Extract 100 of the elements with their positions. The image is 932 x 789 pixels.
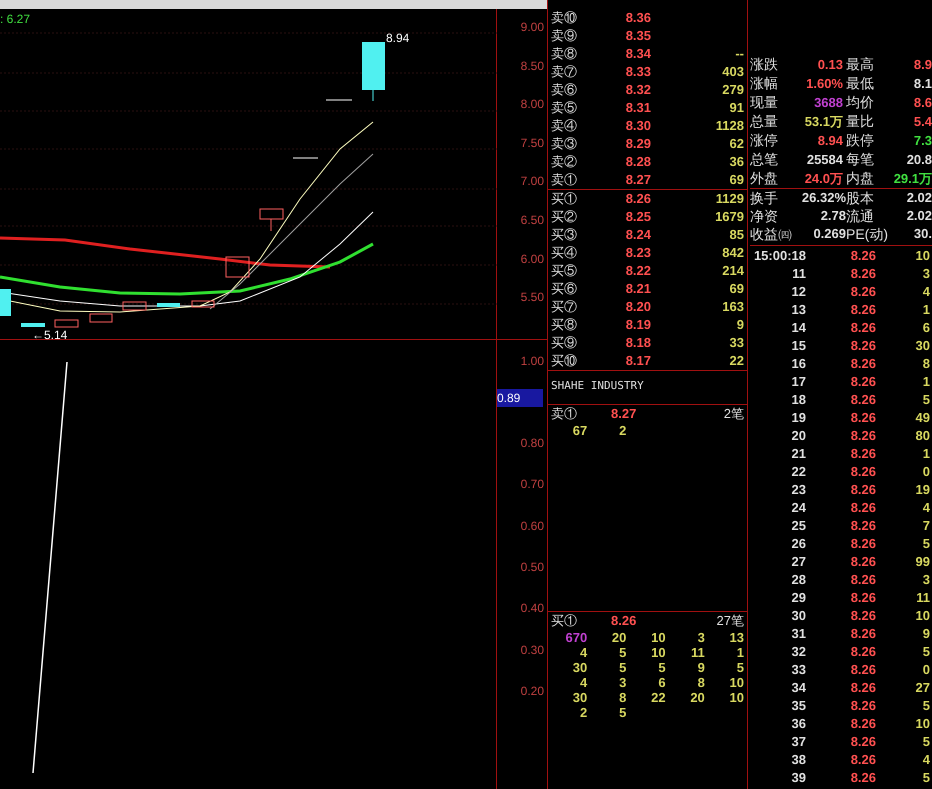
tick-price: 8.26 [850,769,876,787]
tick-volume: 0 [922,463,931,481]
order-volume: 279 [722,82,744,97]
current-value-badge: 0.89 [497,389,543,407]
queued-order-volume: 11 [690,645,705,660]
order-volume: 91 [730,100,744,115]
candlestick [157,303,180,307]
queued-order-volume: 670 [564,630,588,645]
tick-price: 8.26 [850,589,876,607]
tick-price: 8.26 [850,337,876,355]
stat-value: 2.78 [820,207,846,225]
tick-price: 8.26 [850,265,876,283]
stat-value: 3688 [813,94,844,112]
order-level-label: 买③ [551,226,578,244]
tick-volume: 5 [922,391,931,409]
tick-volume: 19 [914,481,931,499]
order-volume: 36 [730,154,744,169]
queued-order-volume: 67 [572,423,588,438]
tick-time: 33 [790,661,806,679]
tick-price: 8.26 [850,481,876,499]
queued-order-volume: 10 [728,690,744,705]
order-price: 8.27 [624,171,651,189]
queued-order-volume: 4 [578,675,588,690]
order-price: 8.32 [624,81,651,99]
order-level-label: 卖② [551,153,578,171]
order-price: 8.25 [624,208,651,226]
stat-label: 最高 [846,55,875,74]
tick-volume: 27 [914,679,931,697]
stat-value: 1.60% [805,75,844,93]
tick-volume: 49 [914,409,931,427]
tick-price: 8.26 [850,409,876,427]
stat-label: 量比 [846,112,875,131]
queued-order-volume: 20 [610,630,626,645]
tick-time: 21 [790,445,806,463]
tick-volume: 4 [922,751,931,769]
order-volume: 163 [722,299,744,314]
order-volume: -- [735,46,744,61]
order-level-label: 买⑤ [551,262,578,280]
candlestick [90,314,112,322]
tick-volume: 80 [914,427,931,445]
order-level-label: 卖③ [551,135,578,153]
tick-time: 29 [790,589,806,607]
queued-order-volume: 6 [657,675,666,690]
tick-volume: 5 [922,733,931,751]
queued-order-volume: 3 [618,675,626,690]
tick-price: 8.26 [850,751,876,769]
tick-price: 8.26 [850,643,876,661]
company-name: SHAHE INDUSTRY [551,379,644,392]
stat-value: 20.8 [906,151,932,169]
order-price: 8.36 [624,9,651,27]
order-price: 8.23 [624,244,651,262]
price-axis-label: 9.00 [520,19,544,36]
order-price: 8.35 [624,27,651,45]
price-axis-label: 5.50 [520,289,544,306]
stat-label: 净资 [750,207,778,225]
tick-time: 18 [790,391,806,409]
price-axis-label: 7.50 [520,134,544,152]
tick-time: 24 [790,499,806,517]
indicator-axis-label: 0.60 [520,518,544,535]
tick-price: 8.26 [850,661,876,679]
tick-volume: 0 [922,661,931,679]
candlestick [362,42,385,102]
order-level-label: 买⑨ [551,334,578,352]
tick-price: 8.26 [850,355,876,373]
tick-volume: 9 [922,625,931,643]
stat-label: 收益㈣ [750,225,792,243]
candlestick [0,289,11,316]
order-price: 8.33 [624,63,651,81]
price-axis-label: 7.00 [520,173,544,190]
tick-volume: 5 [922,535,931,553]
tick-price: 8.26 [850,679,876,697]
order-price: 8.21 [624,280,651,298]
candlestick [54,320,78,328]
tick-price: 8.26 [850,373,876,391]
order-level-label: 卖⑤ [551,99,578,117]
order-price: 8.30 [624,117,651,135]
tick-volume: 7 [922,517,931,535]
stat-value: 0.269 [812,225,846,243]
order-volume: 842 [722,245,744,260]
tick-time: 17 [790,373,806,391]
tick-volume: 1 [922,301,931,319]
stat-value: 8.1 [912,75,932,93]
candlestick [122,302,146,310]
order-level-label: 买⑩ [551,352,578,370]
indicator-value: : 6.27 [0,11,30,28]
tick-time: 28 [790,571,806,589]
order-level-label: 卖⑥ [551,81,578,99]
order-count: 2笔 [724,406,744,422]
tick-volume: 3 [922,571,931,589]
stat-label: 总笔 [750,150,779,169]
queued-order-volume: 1 [736,645,744,660]
order-level-label: 卖⑦ [551,63,578,81]
tick-price: 8.26 [850,535,876,553]
queued-order-volume: 5 [618,660,626,675]
indicator-axis-label: 0.20 [520,682,544,700]
order-volume: 69 [730,172,744,187]
order-volume: 1129 [716,191,744,206]
order-price: 8.18 [624,334,651,352]
tick-price: 8.26 [850,445,876,463]
tick-time: 23 [790,481,806,499]
